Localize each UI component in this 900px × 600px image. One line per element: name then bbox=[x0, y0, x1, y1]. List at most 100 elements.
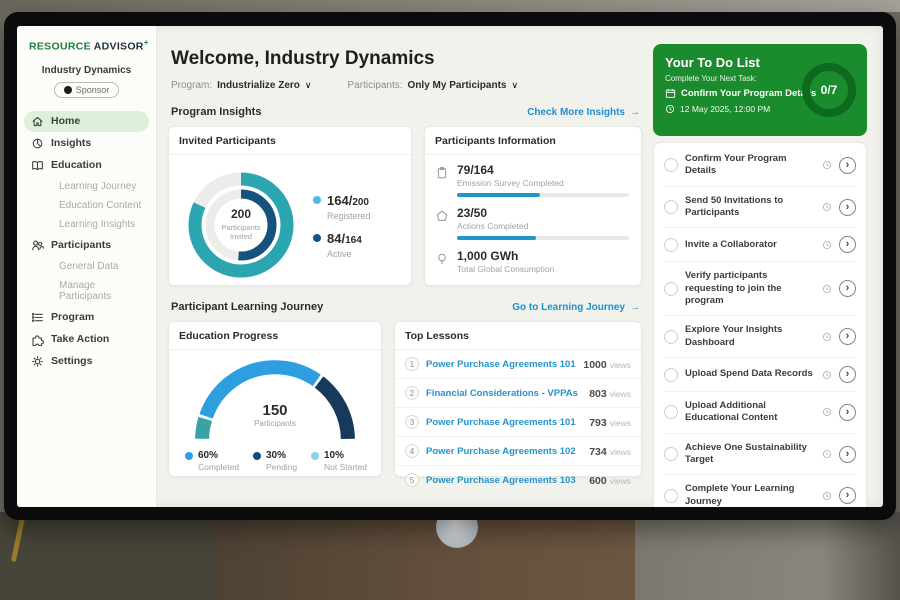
sidebar-item-manage-participants[interactable]: Manage Participants bbox=[24, 276, 149, 306]
task-open-button[interactable]: › bbox=[839, 236, 856, 253]
pending-label: Pending bbox=[266, 462, 297, 472]
sidebar-item-insights[interactable]: Insights bbox=[24, 133, 149, 154]
task-label: Complete Your Learning Journey bbox=[685, 483, 815, 507]
actions-completed-metric: 23/50 Actions Completed bbox=[435, 206, 629, 240]
task-label: Confirm Your Program Details bbox=[685, 153, 815, 178]
task-label: Upload Additional Educational Content bbox=[685, 400, 815, 425]
task-open-button[interactable]: › bbox=[839, 199, 856, 216]
lesson-row[interactable]: 4 Power Purchase Agreements 102 734views bbox=[395, 437, 641, 466]
lesson-views-suffix: views bbox=[610, 389, 631, 399]
program-insights-title: Program Insights bbox=[171, 106, 261, 118]
participants-select[interactable]: Participants: Only My Participants ∨ bbox=[348, 80, 519, 91]
task-label: Achieve One Sustainability Target bbox=[685, 442, 815, 467]
task-checkbox[interactable] bbox=[664, 238, 678, 252]
lesson-link[interactable]: Power Purchase Agreements 101 bbox=[426, 359, 576, 370]
sidebar-item-participants[interactable]: Participants bbox=[24, 235, 149, 256]
invited-donut-chart: 200 Participants Invited bbox=[177, 161, 305, 289]
task-checkbox[interactable] bbox=[664, 447, 678, 461]
sidebar-item-take-action[interactable]: Take Action bbox=[24, 329, 149, 350]
program-select[interactable]: Program: Industrialize Zero ∨ bbox=[171, 80, 312, 91]
brand-secondary: ADVISOR bbox=[94, 41, 144, 53]
background-wall-top bbox=[0, 0, 900, 12]
lesson-link[interactable]: Power Purchase Agreements 103 bbox=[426, 475, 582, 486]
task-open-button[interactable]: › bbox=[839, 487, 856, 504]
todo-progress-count: 0/7 bbox=[821, 83, 838, 97]
lesson-views: 803 bbox=[589, 388, 607, 400]
brand-primary: RESOURCE bbox=[29, 41, 91, 53]
actions-completed-progressbar bbox=[457, 236, 629, 240]
task-checkbox[interactable] bbox=[664, 489, 678, 503]
background-band-left bbox=[0, 512, 215, 600]
learning-journey-header: Participant Learning Journey Go to Learn… bbox=[168, 301, 642, 313]
sidebar-item-learning-insights[interactable]: Learning Insights bbox=[24, 215, 149, 234]
sidebar-item-education[interactable]: Education bbox=[24, 155, 149, 176]
education-progress-title: Education Progress bbox=[169, 322, 381, 350]
sidebar-item-home[interactable]: Home bbox=[24, 111, 149, 132]
sidebar-item-learning-journey[interactable]: Learning Journey bbox=[24, 177, 149, 196]
pending-dot-icon bbox=[253, 452, 261, 460]
brand-logo: RESOURCE ADVISOR+ bbox=[17, 26, 156, 53]
sidebar-item-program[interactable]: Program bbox=[24, 307, 149, 328]
task-checkbox[interactable] bbox=[664, 282, 678, 296]
task-checkbox[interactable] bbox=[664, 405, 678, 419]
emission-survey-metric: 79/164 Emission Survey Completed bbox=[435, 163, 629, 197]
go-to-learning-journey-link[interactable]: Go to Learning Journey → bbox=[512, 302, 640, 313]
sidebar-item-education-content[interactable]: Education Content bbox=[24, 196, 149, 215]
program-select-label: Program: bbox=[171, 80, 212, 91]
chevron-down-icon: ∨ bbox=[511, 80, 518, 91]
pentagon-icon bbox=[435, 209, 449, 223]
participants-information-title: Participants Information bbox=[425, 127, 641, 155]
sidebar-item-settings[interactable]: Settings bbox=[24, 351, 149, 372]
lesson-rank: 1 bbox=[405, 357, 419, 371]
top-lessons-title: Top Lessons bbox=[395, 322, 641, 350]
task-checkbox[interactable] bbox=[664, 200, 678, 214]
puzzle-icon bbox=[31, 333, 44, 346]
brand-plus: + bbox=[144, 38, 149, 47]
emission-survey-value: 79/164 bbox=[457, 163, 629, 177]
task-open-button[interactable]: › bbox=[839, 328, 856, 345]
sidebar-item-general-data[interactable]: General Data bbox=[24, 257, 149, 276]
consumption-value: 1,000 GWh bbox=[457, 249, 629, 263]
lesson-link[interactable]: Power Purchase Agreements 102 bbox=[426, 446, 582, 457]
lesson-row[interactable]: 3 Power Purchase Agreements 101 793views bbox=[395, 408, 641, 437]
lesson-link[interactable]: Power Purchase Agreements 101 bbox=[426, 417, 582, 428]
donut-legend: 164/200 Registered 84/164 Active bbox=[313, 183, 371, 268]
task-checkbox[interactable] bbox=[664, 330, 678, 344]
task-open-button[interactable]: › bbox=[839, 446, 856, 463]
gauge-center-value: 150 bbox=[230, 402, 320, 419]
lesson-views: 600 bbox=[589, 475, 607, 487]
lesson-row[interactable]: 1 Power Purchase Agreements 101 1000view… bbox=[395, 350, 641, 379]
participants-select-value: Only My Participants bbox=[408, 80, 507, 91]
task-open-button[interactable]: › bbox=[839, 157, 856, 174]
program-insights-header: Program Insights Check More Insights → bbox=[168, 106, 642, 118]
registered-dot-icon bbox=[313, 196, 321, 204]
check-more-insights-label: Check More Insights bbox=[527, 107, 625, 118]
legend-not-started: 10% Not Started bbox=[311, 450, 367, 472]
lesson-views-suffix: views bbox=[610, 447, 631, 457]
task-checkbox[interactable] bbox=[664, 368, 678, 382]
main-content: Welcome, Industry Dynamics Program: Indu… bbox=[168, 26, 642, 477]
legend-completed: 60% Completed bbox=[185, 450, 239, 472]
task-open-button[interactable]: › bbox=[839, 404, 856, 421]
task-checkbox[interactable] bbox=[664, 158, 678, 172]
lesson-link[interactable]: Financial Considerations - VPPAs bbox=[426, 388, 582, 399]
task-label: Send 50 Invitations to Participants bbox=[685, 195, 815, 220]
sidebar: RESOURCE ADVISOR+ Industry Dynamics Spon… bbox=[17, 26, 157, 507]
dashboard-screen: RESOURCE ADVISOR+ Industry Dynamics Spon… bbox=[17, 26, 883, 507]
gauge-legend: 60% Completed 30% Pending bbox=[169, 442, 381, 472]
task-deadline-icon bbox=[822, 491, 832, 501]
task-row: Achieve One Sustainability Target › bbox=[664, 434, 856, 476]
donut-center-label: Participants Invited bbox=[211, 223, 271, 242]
task-row: Confirm Your Program Details › bbox=[664, 145, 856, 187]
todo-progress-ring: 0/7 bbox=[802, 63, 856, 117]
check-more-insights-link[interactable]: Check More Insights → bbox=[527, 107, 640, 118]
lesson-views-suffix: views bbox=[610, 476, 631, 486]
lesson-row[interactable]: 2 Financial Considerations - VPPAs 803vi… bbox=[395, 379, 641, 408]
not-started-dot-icon bbox=[311, 452, 319, 460]
lesson-row[interactable]: 5 Power Purchase Agreements 103 600views bbox=[395, 466, 641, 494]
task-open-button[interactable]: › bbox=[839, 280, 856, 297]
todo-next-task: Confirm Your Program Details bbox=[681, 88, 816, 99]
task-open-button[interactable]: › bbox=[839, 366, 856, 383]
background-band-center bbox=[215, 512, 635, 600]
photo-scene: RESOURCE ADVISOR+ Industry Dynamics Spon… bbox=[0, 0, 900, 600]
